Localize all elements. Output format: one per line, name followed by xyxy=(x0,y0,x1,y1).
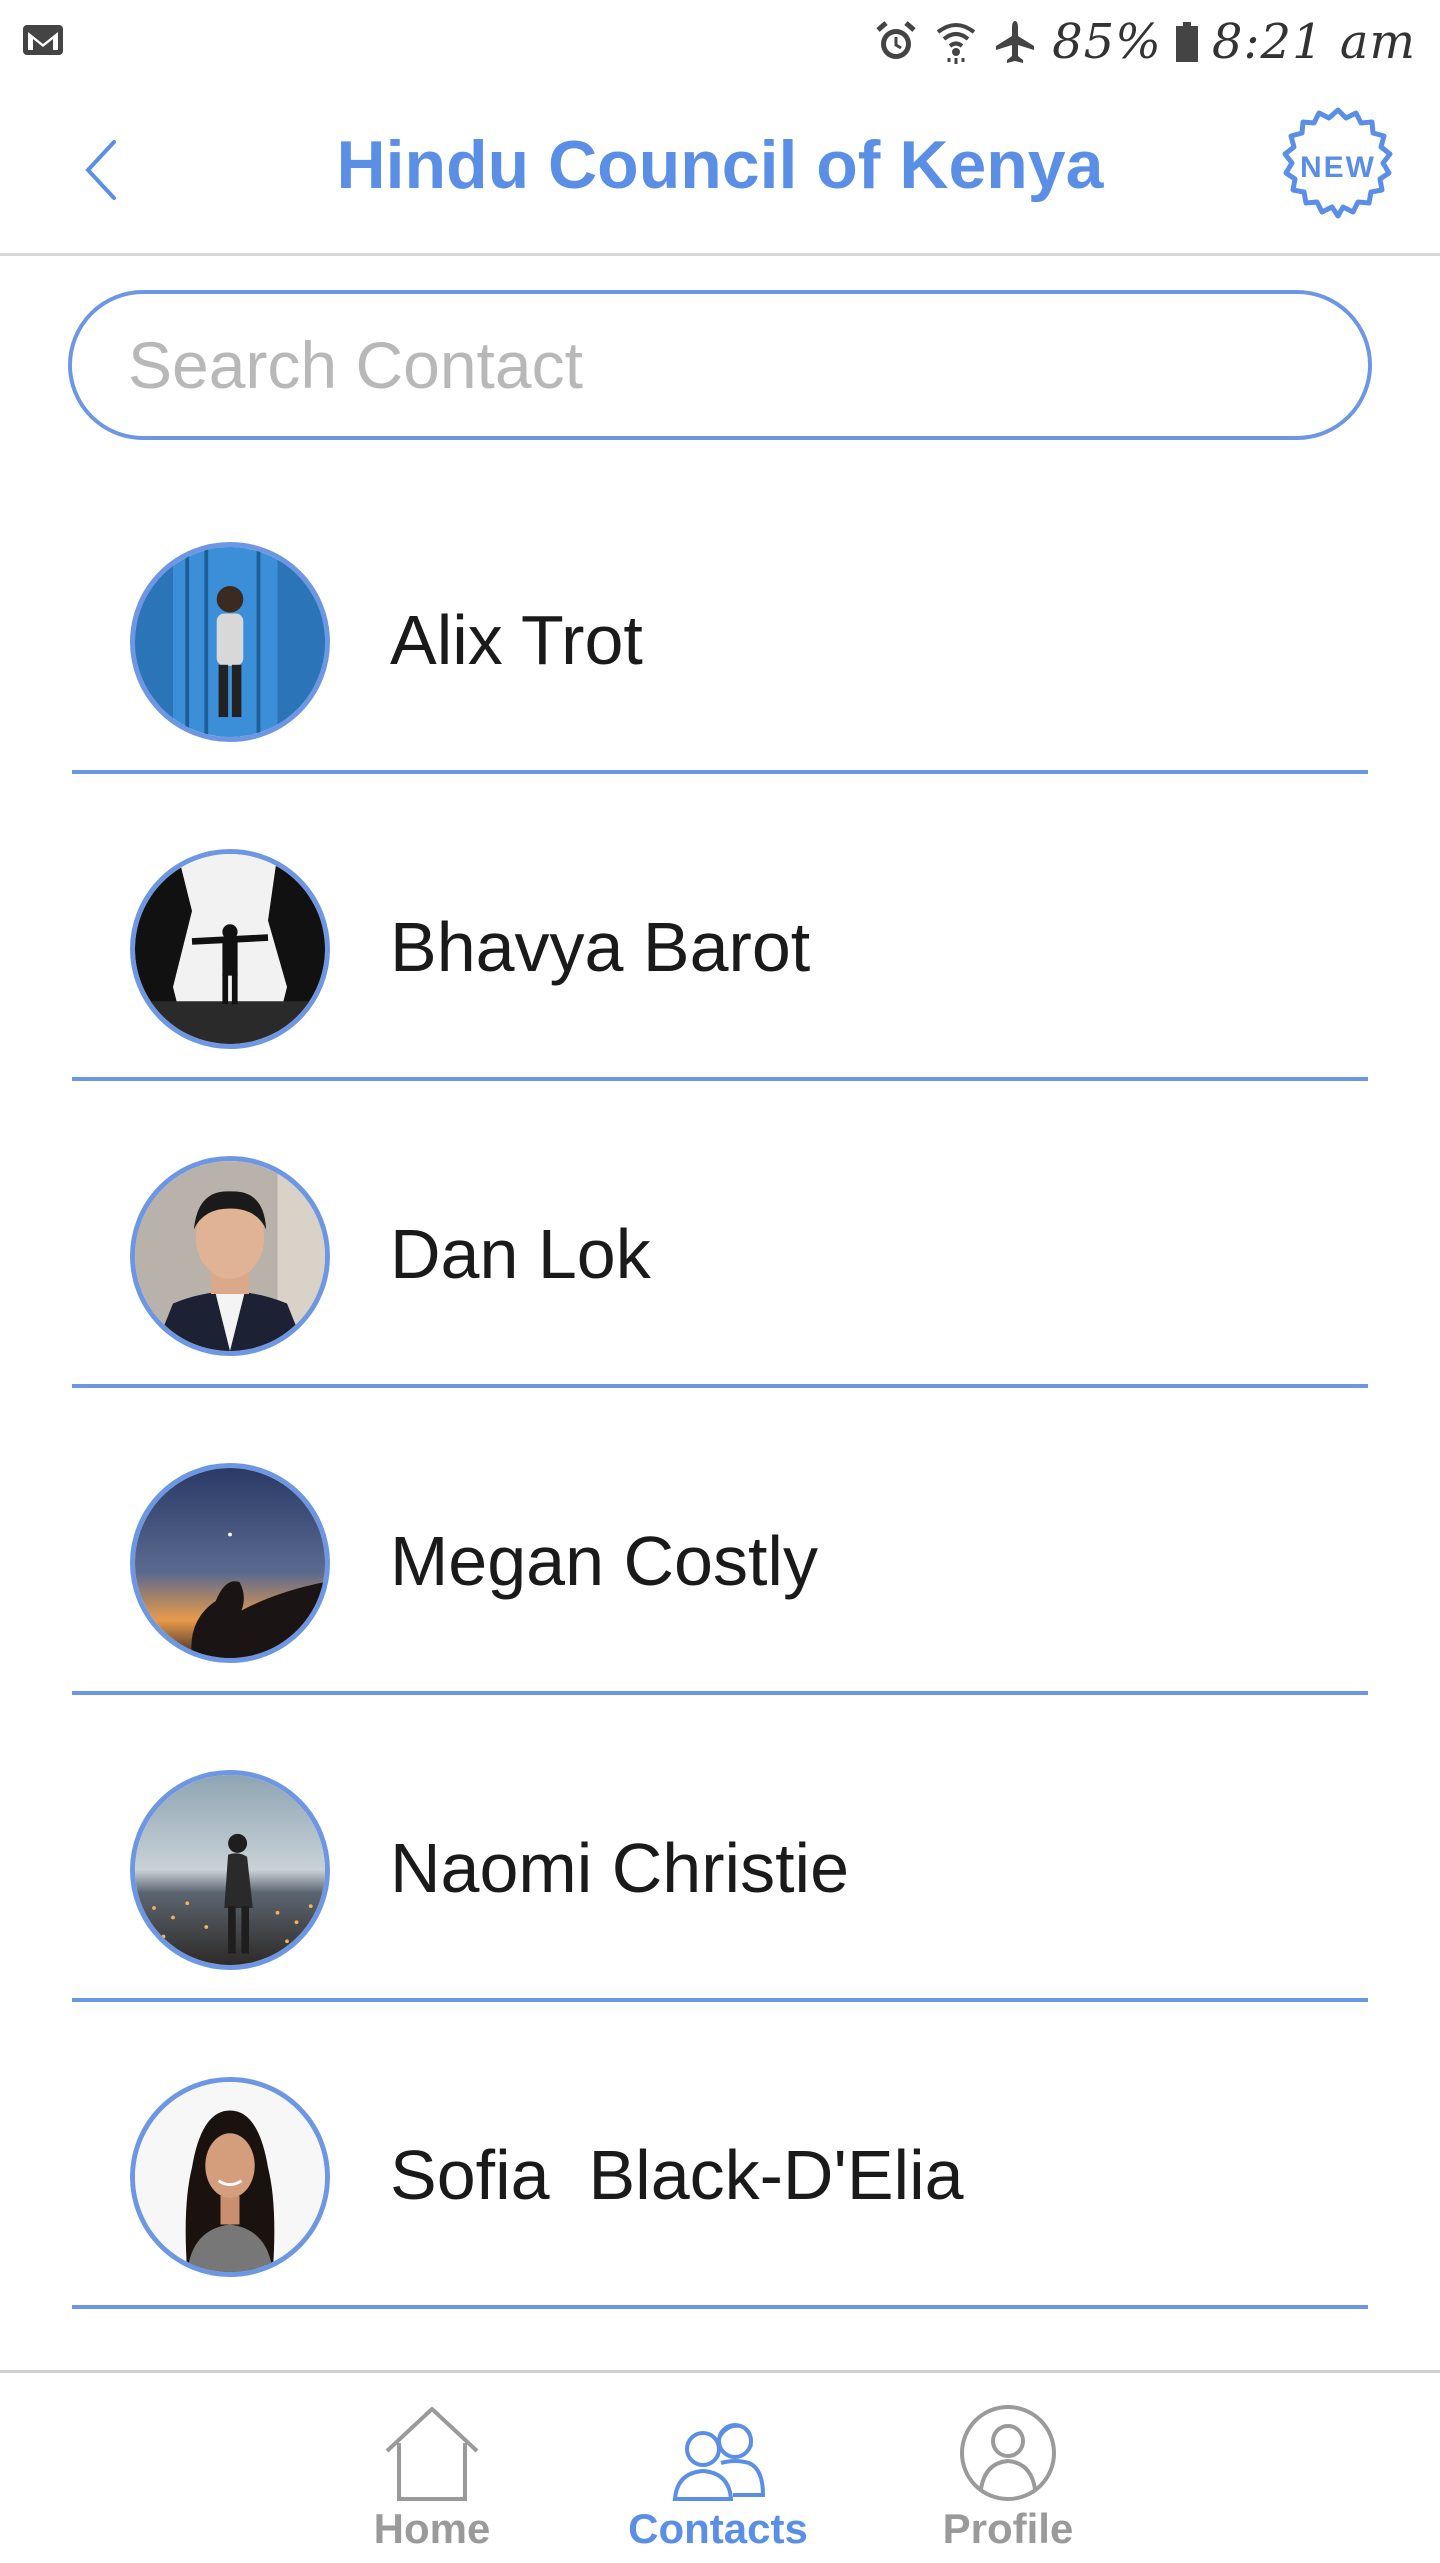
contact-row[interactable]: Sofia Black-D'Elia xyxy=(0,2055,1440,2362)
contact-row[interactable]: Alix Trot xyxy=(0,520,1440,827)
battery-percent: 85% xyxy=(1052,14,1162,70)
tab-profile[interactable]: Profile xyxy=(898,2403,1118,2563)
divider xyxy=(72,2305,1368,2309)
divider xyxy=(72,1998,1368,2002)
tab-home-label: Home xyxy=(373,2505,491,2552)
new-badge-label: NEW xyxy=(1300,151,1376,184)
search-input[interactable] xyxy=(128,294,1308,436)
contact-name: Alix Trot xyxy=(390,601,643,679)
contacts-list: Alix Trot Bhavya Barot Dan Lok Megan Cos… xyxy=(0,520,1440,2362)
avatar xyxy=(130,1770,330,1970)
home-icon xyxy=(385,2407,479,2501)
avatar xyxy=(130,1156,330,1356)
alarm-icon xyxy=(876,21,916,59)
search-field xyxy=(68,290,1372,440)
contacts-icon xyxy=(672,2423,766,2501)
contact-row[interactable]: Dan Lok xyxy=(0,1134,1440,1441)
divider xyxy=(72,1691,1368,1695)
tab-contacts[interactable]: Contacts xyxy=(608,2403,828,2563)
page-title: Hindu Council of Kenya xyxy=(336,127,1104,203)
new-button[interactable]: NEW xyxy=(1276,106,1400,230)
tab-home[interactable]: Home xyxy=(322,2403,542,2563)
wifi-icon xyxy=(936,23,976,64)
avatar xyxy=(130,1463,330,1663)
profile-icon xyxy=(960,2405,1056,2501)
contact-row[interactable]: Naomi Christie xyxy=(0,1748,1440,2055)
gmail-icon xyxy=(23,25,63,55)
divider xyxy=(72,1384,1368,1388)
contact-name: Naomi Christie xyxy=(390,1829,849,1907)
clock: 8:21 am xyxy=(1211,14,1416,70)
contact-row[interactable]: Bhavya Barot xyxy=(0,827,1440,1134)
tab-contacts-label: Contacts xyxy=(628,2505,808,2552)
contact-name: Megan Costly xyxy=(390,1522,818,1600)
status-icons: 85% 8:21 am xyxy=(872,14,1416,70)
divider xyxy=(72,1077,1368,1081)
status-bar: 85% 8:21 am xyxy=(0,0,1440,84)
airplane-icon xyxy=(996,21,1035,63)
contact-name: Dan Lok xyxy=(390,1215,651,1293)
contact-row[interactable]: Megan Costly xyxy=(0,1441,1440,1748)
avatar xyxy=(130,542,330,742)
battery-icon xyxy=(1175,22,1198,62)
avatar xyxy=(130,2077,330,2277)
contact-name: Bhavya Barot xyxy=(390,908,811,986)
avatar xyxy=(130,849,330,1049)
contact-name: Sofia Black-D'Elia xyxy=(390,2136,964,2214)
tab-profile-label: Profile xyxy=(942,2505,1074,2552)
app-header: Hindu Council of Kenya NEW xyxy=(0,84,1440,256)
bottom-tab-bar: Home Contacts Profile xyxy=(0,2370,1440,2560)
divider xyxy=(72,770,1368,774)
